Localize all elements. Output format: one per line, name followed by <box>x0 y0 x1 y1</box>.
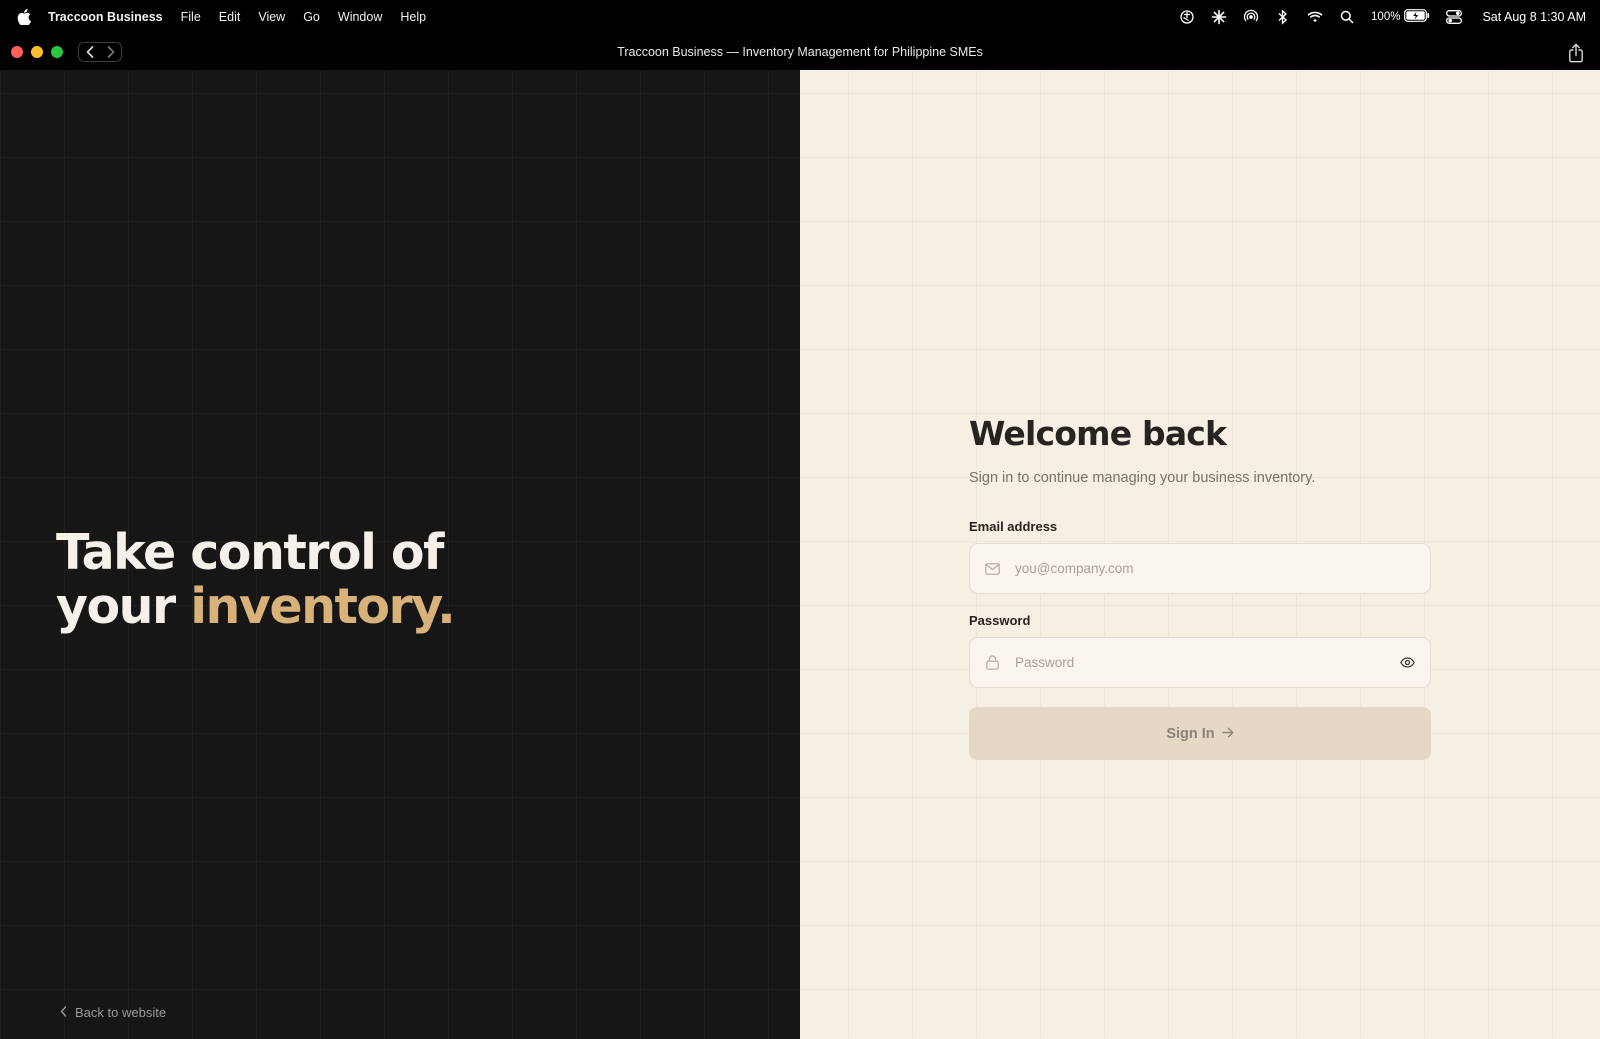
hero-accent-word: inventory. <box>190 578 456 635</box>
hero-line-2-prefix: your <box>56 578 191 635</box>
page-title: Welcome back <box>969 414 1227 453</box>
hero-headline: Take control of your inventory. <box>56 524 456 635</box>
hero-line-1: Take control of <box>56 524 444 581</box>
menu-app-name[interactable]: Traccoon Business <box>48 10 163 24</box>
back-arrow-icon[interactable] <box>81 43 99 61</box>
password-field-container <box>969 637 1431 688</box>
sign-in-label: Sign In <box>1166 725 1215 742</box>
airdrop-icon[interactable] <box>1243 9 1259 25</box>
menu-bar: Traccoon Business File Edit View Go Wind… <box>0 0 1600 34</box>
arrow-right-icon <box>1221 726 1234 742</box>
battery-percent: 100% <box>1371 11 1401 23</box>
control-center-icon[interactable] <box>1446 9 1463 25</box>
menu-help[interactable]: Help <box>400 10 426 24</box>
share-icon[interactable] <box>1568 43 1586 63</box>
hero-panel: Take control of your inventory. Back to … <box>0 70 800 1039</box>
lock-icon <box>984 655 1000 671</box>
wifi-icon[interactable] <box>1307 9 1323 25</box>
bluetooth-icon[interactable] <box>1275 9 1291 25</box>
back-to-website-label: Back to website <box>75 1005 167 1020</box>
password-field[interactable] <box>1013 654 1398 671</box>
show-password-eye-icon[interactable] <box>1398 654 1416 672</box>
hero-line-2: your inventory. <box>56 578 456 635</box>
chatgpt-icon[interactable] <box>1179 9 1195 25</box>
back-to-website-link[interactable]: Back to website <box>60 1005 166 1020</box>
email-field[interactable] <box>1013 560 1430 577</box>
status-area: 100% Sat Aug 8 1:30 AM <box>1163 0 1600 34</box>
email-label: Email address <box>969 519 1058 534</box>
apple-icon[interactable] <box>17 9 31 25</box>
mail-icon <box>984 561 1000 577</box>
title-bar: Traccoon Business — Inventory Management… <box>0 35 1600 70</box>
menu-view[interactable]: View <box>258 10 285 24</box>
page-subtitle: Sign in to continue managing your busine… <box>969 470 1316 486</box>
password-label: Password <box>969 613 1031 628</box>
menu-edit[interactable]: Edit <box>219 10 241 24</box>
window-title: Traccoon Business — Inventory Management… <box>617 45 983 59</box>
menu-file[interactable]: File <box>181 10 201 24</box>
chevron-left-icon <box>60 1005 67 1020</box>
menu-go[interactable]: Go <box>303 10 320 24</box>
claude-icon[interactable] <box>1211 9 1227 25</box>
history-nav <box>78 42 122 62</box>
sign-in-button[interactable]: Sign In <box>969 707 1431 760</box>
search-icon[interactable] <box>1339 9 1355 25</box>
menu-window[interactable]: Window <box>338 10 382 24</box>
battery-icon[interactable] <box>1404 9 1430 25</box>
app-window: Traccoon Business — Inventory Management… <box>0 35 1600 1039</box>
forward-arrow-icon[interactable] <box>102 43 120 61</box>
login-panel: Welcome back Sign in to continue managin… <box>800 70 1600 1039</box>
email-field-container <box>969 543 1431 594</box>
menubar-clock[interactable]: Sat Aug 8 1:30 AM <box>1482 10 1586 24</box>
